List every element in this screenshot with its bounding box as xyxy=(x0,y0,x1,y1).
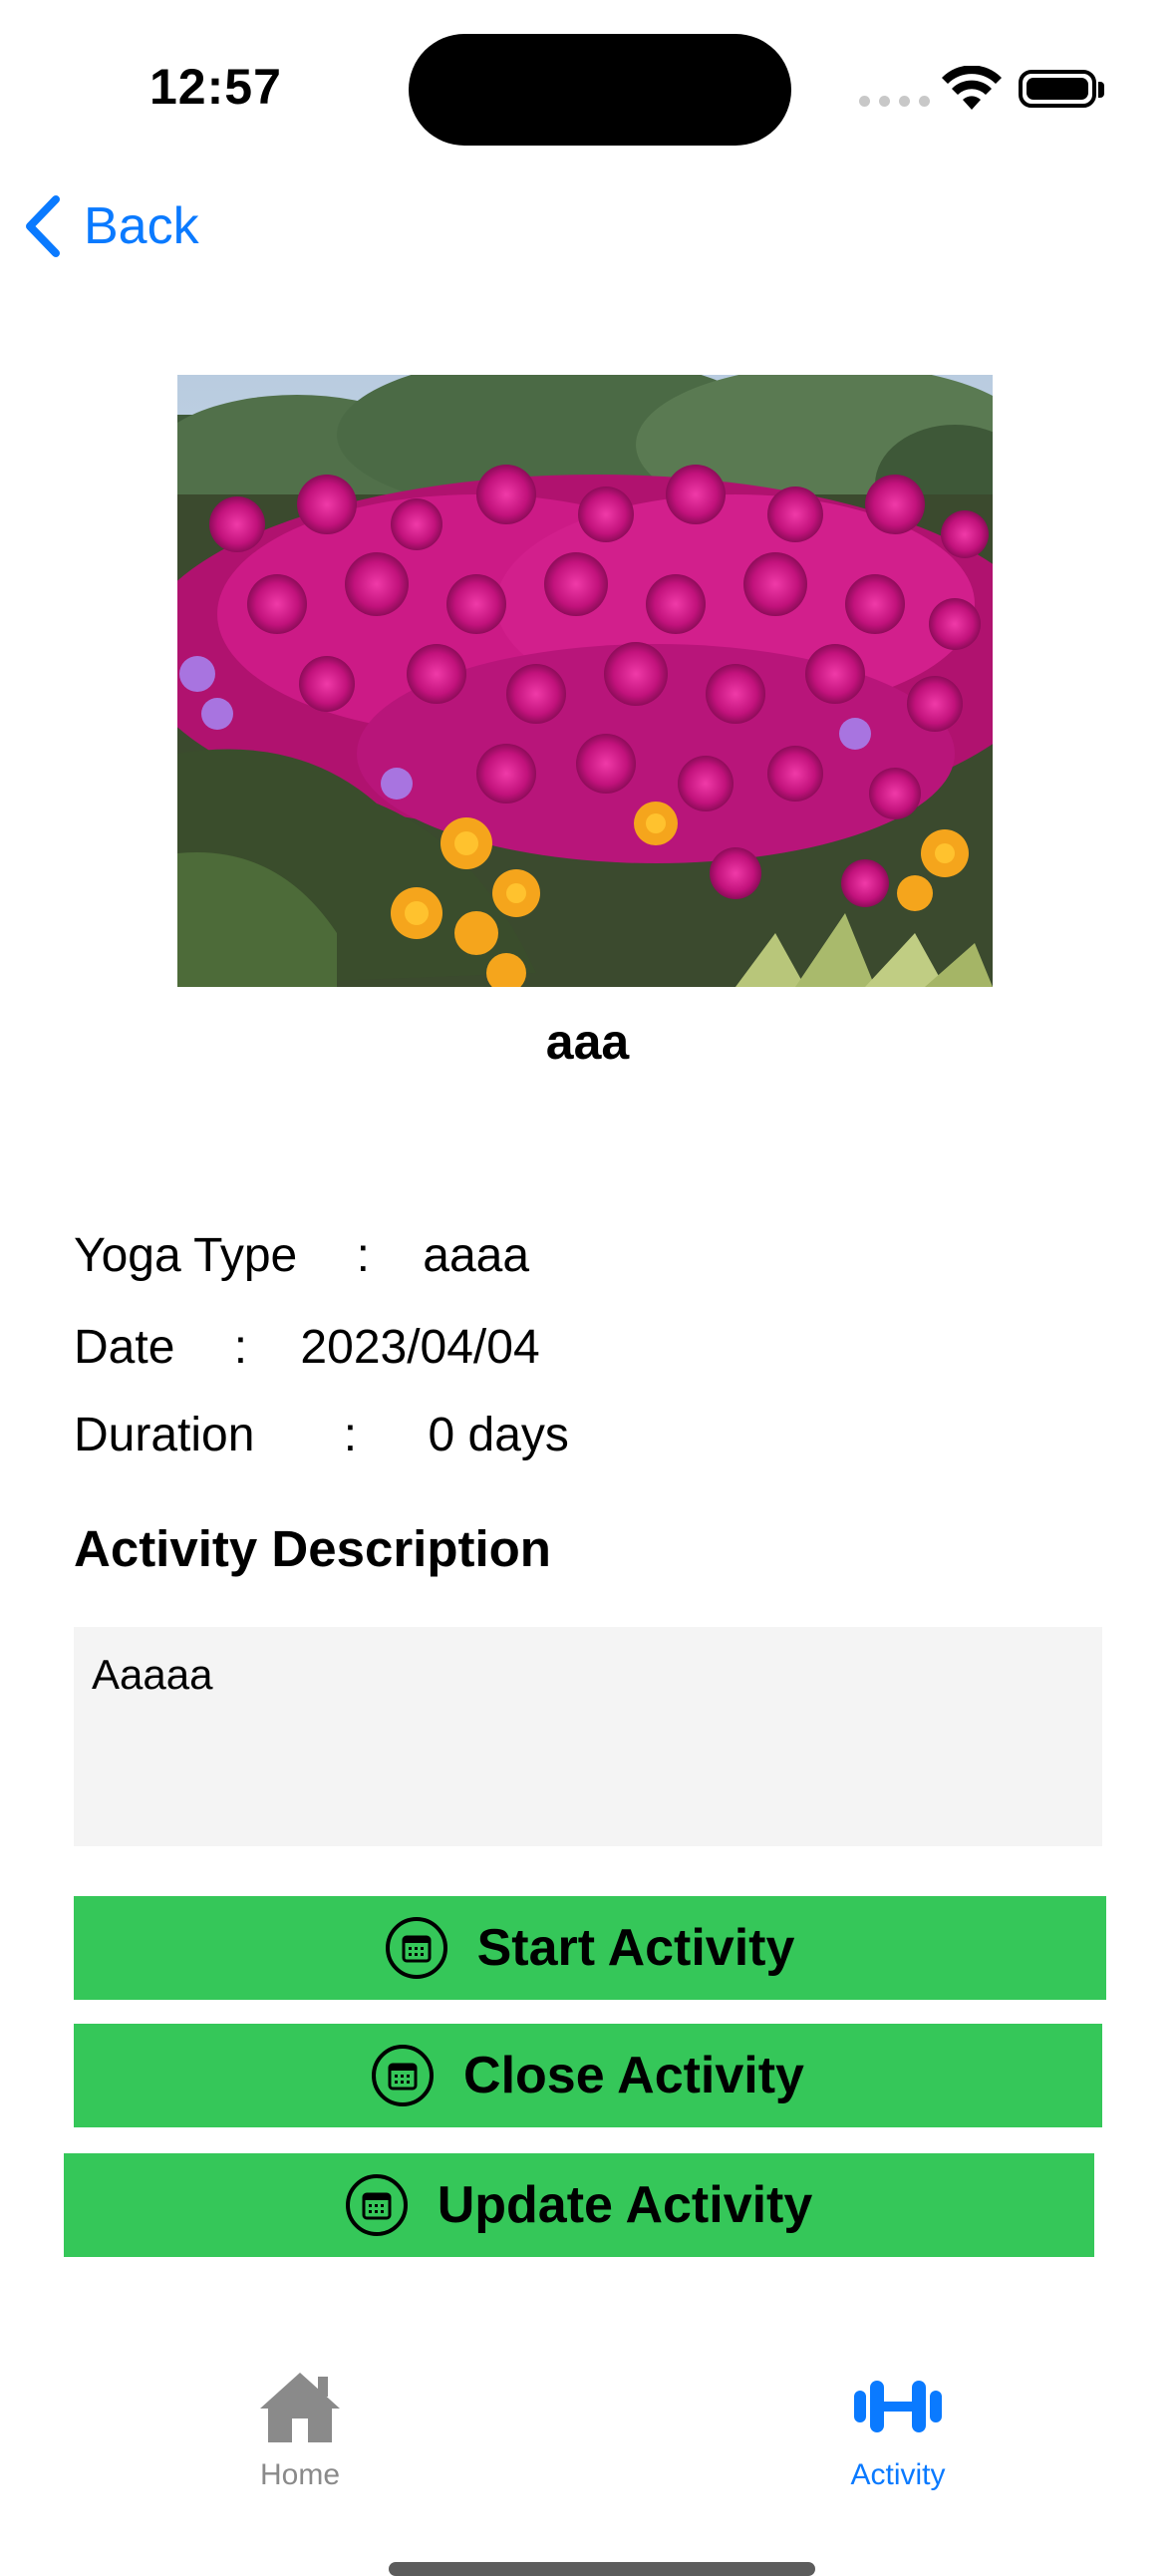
description-heading: Activity Description xyxy=(74,1520,551,1577)
chevron-left-icon xyxy=(26,195,60,257)
update-activity-button[interactable]: Update Activity xyxy=(64,2153,1094,2257)
activity-photo xyxy=(177,375,993,987)
back-label: Back xyxy=(84,197,199,255)
tab-home[interactable]: Home xyxy=(229,2369,371,2492)
date-value: 2023/04/04 xyxy=(300,1321,540,1374)
start-activity-button[interactable]: Start Activity xyxy=(74,1896,1106,2000)
duration-value: 0 days xyxy=(428,1409,569,1461)
tab-activity[interactable]: Activity xyxy=(827,2369,969,2492)
calendar-icon xyxy=(345,2174,408,2236)
date-row: Date : 2023/04/04 xyxy=(74,1320,540,1375)
date-label: Date xyxy=(74,1321,175,1374)
start-activity-label: Start Activity xyxy=(476,1919,795,1977)
update-activity-label: Update Activity xyxy=(437,2176,813,2234)
duration-label: Duration xyxy=(74,1409,255,1461)
close-activity-button[interactable]: Close Activity xyxy=(74,2024,1102,2127)
description-textarea[interactable]: Aaaaa xyxy=(74,1627,1102,1846)
close-activity-label: Close Activity xyxy=(463,2047,804,2104)
calendar-icon xyxy=(385,1917,447,1979)
separator: : xyxy=(356,1229,370,1282)
back-button[interactable]: Back xyxy=(24,195,199,257)
calendar-icon xyxy=(372,2045,435,2106)
yoga-type-label: Yoga Type xyxy=(74,1229,298,1282)
separator: : xyxy=(233,1321,248,1374)
dumbbell-icon xyxy=(854,2381,942,2432)
tab-home-label: Home xyxy=(259,2458,341,2491)
battery-icon xyxy=(1019,70,1096,108)
cellular-signal-icon xyxy=(859,96,930,107)
dynamic-island xyxy=(409,34,791,146)
activity-title: aaa xyxy=(545,1014,630,1070)
yoga-type-value: aaaa xyxy=(423,1229,530,1282)
status-time: 12:57 xyxy=(149,59,282,115)
wifi-icon xyxy=(942,66,1002,110)
duration-row: Duration : 0 days xyxy=(74,1408,569,1462)
tab-activity-label: Activity xyxy=(850,2458,946,2491)
home-indicator xyxy=(389,2562,815,2576)
yoga-type-row: Yoga Type : aaaa xyxy=(74,1228,529,1283)
house-icon xyxy=(260,2373,340,2442)
separator: : xyxy=(343,1409,358,1461)
battery-cap xyxy=(1098,82,1104,98)
